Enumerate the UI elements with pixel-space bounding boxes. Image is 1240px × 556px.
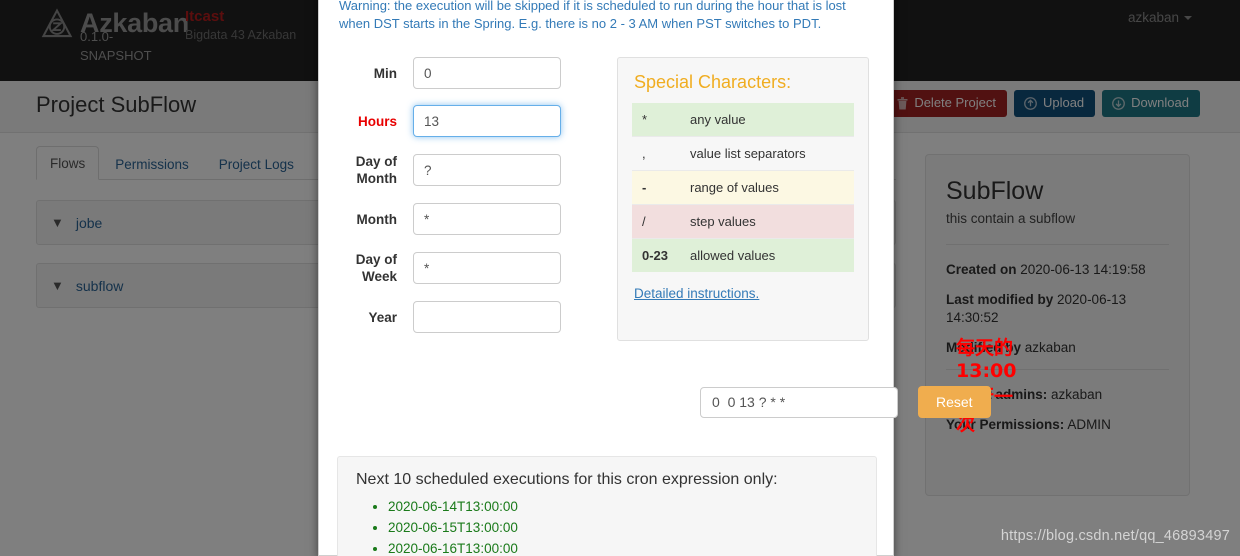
field-row-min: Min — [339, 57, 597, 89]
day-of-week-label: Day of Week — [355, 252, 397, 284]
min-input[interactable] — [413, 57, 561, 89]
sc-key: 0-23 — [632, 238, 690, 272]
cron-expression-row: Reset — [700, 386, 991, 418]
next-executions-title: Next 10 scheduled executions for this cr… — [356, 471, 778, 488]
list-item: 2020-06-16T13:00:00 — [388, 538, 858, 556]
sc-key: - — [632, 170, 690, 205]
next-executions-list: 2020-06-14T13:00:00 2020-06-15T13:00:00 … — [356, 496, 858, 556]
sc-desc: step values — [690, 204, 854, 239]
hours-input[interactable] — [413, 105, 561, 137]
special-characters-table: * any value , value list separators - ra… — [632, 103, 854, 272]
day-of-month-input[interactable] — [413, 154, 561, 186]
day-of-month-label: Day of Month — [355, 154, 397, 186]
hours-label: Hours — [357, 113, 397, 129]
special-characters-title: Special Characters: — [634, 72, 792, 92]
table-row: / step values — [632, 204, 854, 239]
year-input[interactable] — [413, 301, 561, 333]
next-executions-panel: Next 10 scheduled executions for this cr… — [337, 456, 877, 556]
field-row-day-of-week: Day of Week — [339, 251, 597, 285]
detailed-instructions-link[interactable]: Detailed instructions. — [634, 286, 854, 301]
field-row-year: Year — [339, 301, 597, 333]
day-of-week-input[interactable] — [413, 252, 561, 284]
month-input[interactable] — [413, 203, 561, 235]
field-row-day-of-month: Day of Month — [339, 153, 597, 187]
year-label: Year — [368, 309, 397, 325]
table-row: , value list separators — [632, 136, 854, 171]
sc-key: , — [632, 136, 690, 171]
table-row: - range of values — [632, 170, 854, 205]
sc-desc: any value — [690, 103, 854, 137]
cron-schedule-modal: Warning: the execution will be skipped i… — [318, 0, 1016, 556]
sc-key: * — [632, 103, 690, 137]
cron-field-list: Min Hours Day of Month Month — [339, 57, 597, 349]
reset-button[interactable]: Reset — [918, 386, 991, 418]
field-row-hours: Hours — [339, 105, 597, 137]
sc-desc: allowed values — [690, 238, 854, 272]
special-characters-panel: Special Characters: * any value , value … — [617, 57, 869, 341]
sc-key: / — [632, 204, 690, 239]
sc-desc: value list separators — [690, 136, 854, 171]
cron-editor: Min Hours Day of Month Month — [339, 33, 873, 349]
app-root: Azkaban 0.1.0-SNAPSHOT Itcast Bigdata 43… — [0, 0, 1240, 556]
table-row: 0-23 allowed values — [632, 238, 854, 272]
sc-desc: range of values — [690, 170, 854, 205]
dst-warning-text: Warning: the execution will be skipped i… — [339, 0, 846, 31]
month-label: Month — [356, 211, 397, 227]
list-item: 2020-06-15T13:00:00 — [388, 517, 858, 538]
modal-body: Warning: the execution will be skipped i… — [319, 0, 893, 349]
list-item: 2020-06-14T13:00:00 — [388, 496, 858, 517]
cron-expression-input[interactable] — [700, 386, 898, 418]
watermark: https://blog.csdn.net/qq_46893497 — [1000, 528, 1230, 544]
cron-annotation-note: 每天的13:00执行一次 — [956, 337, 1017, 435]
table-row: * any value — [632, 103, 854, 137]
min-label: Min — [373, 65, 397, 81]
field-row-month: Month — [339, 203, 597, 235]
